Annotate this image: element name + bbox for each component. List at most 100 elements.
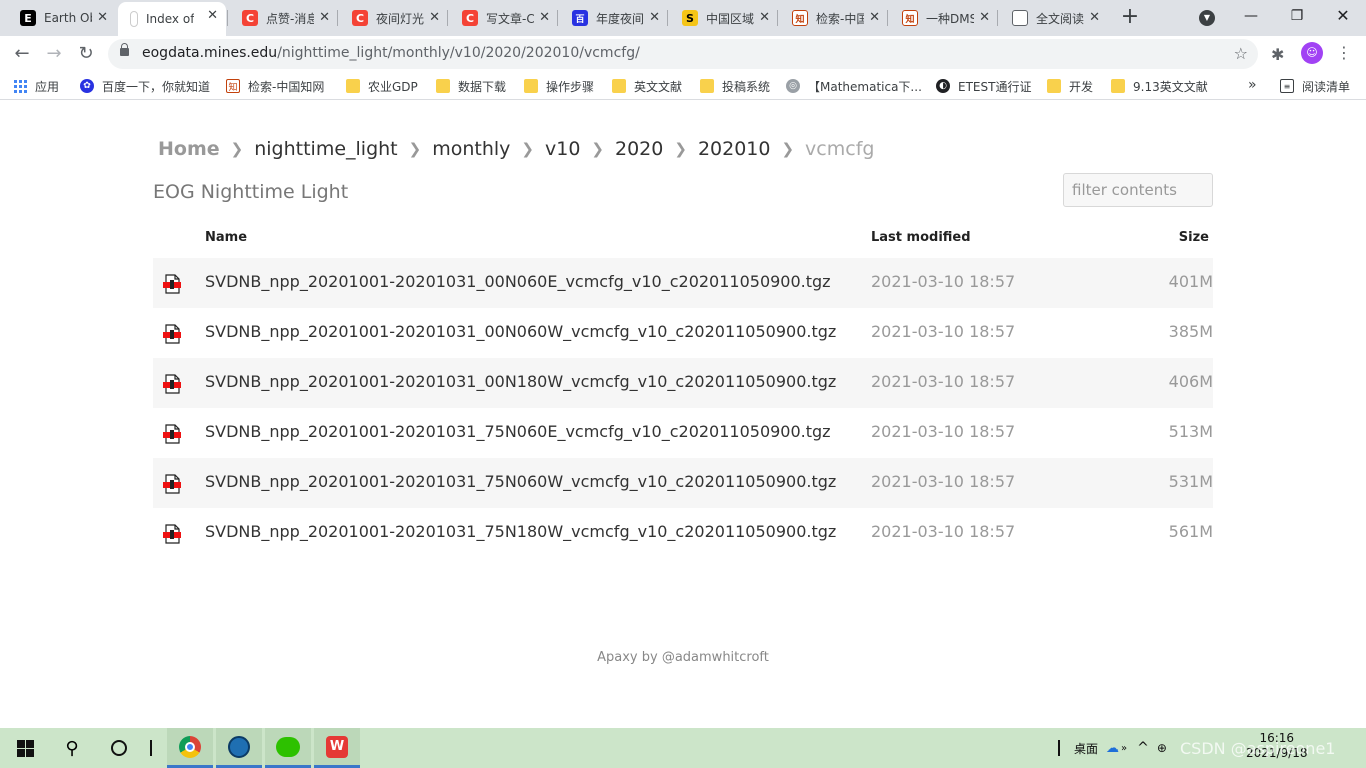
forward-button[interactable]: → xyxy=(42,42,66,66)
tab-label: 中国区域 xyxy=(706,11,754,26)
bookmark-folder-submission[interactable]: 投稿系统 xyxy=(700,77,770,95)
toolbar-overflow-icon[interactable]: » xyxy=(1121,743,1127,754)
page-footer[interactable]: Apaxy by @adamwhitcroft xyxy=(0,650,1366,665)
breadcrumb-home[interactable]: Home xyxy=(158,138,220,160)
table-row[interactable]: SVDNB_npp_20201001-20201031_00N060E_vcmc… xyxy=(153,258,1213,308)
bookmark-mathematica[interactable]: ◎ 【Mathematica下... xyxy=(786,77,922,95)
breadcrumb-item[interactable]: 202010 xyxy=(698,138,771,160)
bookmark-label: ETEST通行证 xyxy=(958,79,1032,94)
start-button[interactable] xyxy=(2,728,48,768)
column-header-name[interactable]: Name xyxy=(205,230,247,245)
browser-tab-index[interactable]: Index of ✕ xyxy=(118,2,226,36)
csdn-icon: C xyxy=(462,10,478,26)
url-text[interactable]: eogdata.mines.edu/nighttime_light/monthl… xyxy=(142,45,640,61)
tab-divider xyxy=(777,10,778,26)
table-row[interactable]: SVDNB_npp_20201001-20201031_75N060W_vcmc… xyxy=(153,458,1213,508)
close-icon[interactable]: ✕ xyxy=(429,11,440,25)
bookmarks-overflow-icon[interactable]: » xyxy=(1248,77,1257,93)
close-icon[interactable]: ✕ xyxy=(649,11,660,25)
table-row[interactable]: SVDNB_npp_20201001-20201031_75N060E_vcmc… xyxy=(153,408,1213,458)
close-icon[interactable]: ✕ xyxy=(1089,11,1100,25)
address-bar[interactable]: eogdata.mines.edu/nighttime_light/monthl… xyxy=(108,39,1258,69)
browser-tab-fulltext[interactable]: 全文阅读 ✕ xyxy=(1000,4,1108,32)
reading-list-button[interactable]: ≡ 阅读清单 xyxy=(1280,77,1350,95)
browser-tab-night-light[interactable]: C 夜间灯光 ✕ xyxy=(340,4,448,32)
bookmark-folder-dev[interactable]: 开发 xyxy=(1047,77,1093,95)
chevron-up-icon[interactable]: ^ xyxy=(1137,740,1149,756)
bookmark-apps[interactable]: 应用 xyxy=(14,77,59,95)
table-row[interactable]: SVDNB_npp_20201001-20201031_00N060W_vcmc… xyxy=(153,308,1213,358)
back-button[interactable]: ← xyxy=(10,42,34,66)
globe-icon: ◐ xyxy=(936,79,950,93)
cnki-icon: 知 xyxy=(792,10,808,26)
folder-icon xyxy=(524,79,538,93)
browser-menu-icon[interactable]: ⋮ xyxy=(1336,44,1352,62)
bookmark-folder-913-papers[interactable]: 9.13英文文献 xyxy=(1111,77,1208,95)
close-icon[interactable]: ✕ xyxy=(97,11,108,25)
bookmark-cnki[interactable]: 知 检索-中国知网 xyxy=(226,77,324,95)
lock-icon[interactable] xyxy=(120,43,129,56)
file-size: 406M xyxy=(1168,372,1213,391)
table-header: Name Last modified Size xyxy=(153,222,1213,258)
taskbar-search-button[interactable]: ⚲ xyxy=(49,728,95,768)
browser-tab-annual[interactable]: 百 年度夜间 ✕ xyxy=(560,4,668,32)
reload-button[interactable]: ↻ xyxy=(74,42,98,66)
cortana-button[interactable] xyxy=(96,728,142,768)
page-icon xyxy=(130,11,138,27)
column-header-last-modified[interactable]: Last modified xyxy=(871,230,971,245)
close-icon[interactable]: ✕ xyxy=(869,11,880,25)
profile-avatar[interactable]: ☺ xyxy=(1301,42,1323,64)
close-icon[interactable]: ✕ xyxy=(207,9,218,23)
close-icon[interactable]: ✕ xyxy=(979,11,990,25)
browser-tab-earth[interactable]: E Earth Ob ✕ xyxy=(8,4,116,32)
extensions-puzzle-icon[interactable]: ✱ xyxy=(1271,45,1284,64)
table-row[interactable]: SVDNB_npp_20201001-20201031_75N180W_vcmc… xyxy=(153,508,1213,558)
bookmark-folder-data-download[interactable]: 数据下载 xyxy=(436,77,506,95)
close-window-button[interactable]: ✕ xyxy=(1320,4,1366,28)
table-row[interactable]: SVDNB_npp_20201001-20201031_00N180W_vcmc… xyxy=(153,358,1213,408)
bookmark-etest[interactable]: ◐ ETEST通行证 xyxy=(936,77,1031,95)
minimize-button[interactable]: — xyxy=(1228,4,1274,28)
new-tab-button[interactable]: + xyxy=(1120,6,1140,28)
bookmark-label: 9.13英文文献 xyxy=(1133,79,1208,94)
breadcrumb-item[interactable]: 2020 xyxy=(615,138,663,160)
bookmark-folder-steps[interactable]: 操作步骤 xyxy=(524,77,594,95)
browser-tab-dms[interactable]: 知 一种DMS ✕ xyxy=(890,4,998,32)
breadcrumb-item[interactable]: nighttime_light xyxy=(254,138,397,160)
taskbar-wps[interactable]: W xyxy=(314,728,360,768)
browser-tab-csdn-likes[interactable]: C 点赞-消息 ✕ xyxy=(230,4,338,32)
onedrive-icon[interactable]: ☁ xyxy=(1106,741,1119,756)
file-modified: 2021-03-10 18:57 xyxy=(871,472,1016,491)
taskbar-chrome[interactable] xyxy=(167,728,213,768)
filter-input[interactable] xyxy=(1063,173,1213,207)
browser-tab-write[interactable]: C 写文章-C ✕ xyxy=(450,4,558,32)
archive-file-icon xyxy=(163,324,181,344)
tab-label: 点赞-消息 xyxy=(266,11,314,26)
close-icon[interactable]: ✕ xyxy=(319,11,330,25)
tab-divider xyxy=(337,10,338,26)
restore-button[interactable]: ❐ xyxy=(1274,4,1320,28)
browser-tab-cnki-search[interactable]: 知 检索-中国 ✕ xyxy=(780,4,888,32)
tab-divider xyxy=(227,10,228,26)
tab-search-icon[interactable]: ▼ xyxy=(1199,10,1215,26)
breadcrumb-item[interactable]: monthly xyxy=(432,138,510,160)
chevron-right-icon: ❯ xyxy=(521,140,534,158)
bookmark-folder-agri-gdp[interactable]: 农业GDP xyxy=(346,77,418,95)
taskbar-app-globe[interactable] xyxy=(216,728,262,768)
bookmarks-bar: 应用 ✿ 百度一下，你就知道 知 检索-中国知网 农业GDP 数据下载 操作步骤… xyxy=(0,72,1366,100)
close-icon[interactable]: ✕ xyxy=(539,11,550,25)
network-icon[interactable]: ⊕ xyxy=(1157,741,1167,755)
bookmark-baidu[interactable]: ✿ 百度一下，你就知道 xyxy=(80,77,210,95)
column-header-size[interactable]: Size xyxy=(1179,230,1209,245)
bookmark-star-icon[interactable]: ☆ xyxy=(1234,44,1248,63)
file-listing-table: Name Last modified Size SVDNB_npp_202010… xyxy=(153,222,1213,558)
taskbar-wechat[interactable] xyxy=(265,728,311,768)
chevron-right-icon: ❯ xyxy=(674,140,687,158)
baidu-paw-icon: ✿ xyxy=(80,79,94,93)
breadcrumb-item[interactable]: v10 xyxy=(545,138,580,160)
browser-tab-china-region[interactable]: S 中国区域 ✕ xyxy=(670,4,778,32)
tab-label: 写文章-C xyxy=(486,11,534,26)
bookmark-folder-english-papers[interactable]: 英文文献 xyxy=(612,77,682,95)
close-icon[interactable]: ✕ xyxy=(759,11,770,25)
desktop-toolbar-label[interactable]: 桌面 xyxy=(1074,740,1098,757)
